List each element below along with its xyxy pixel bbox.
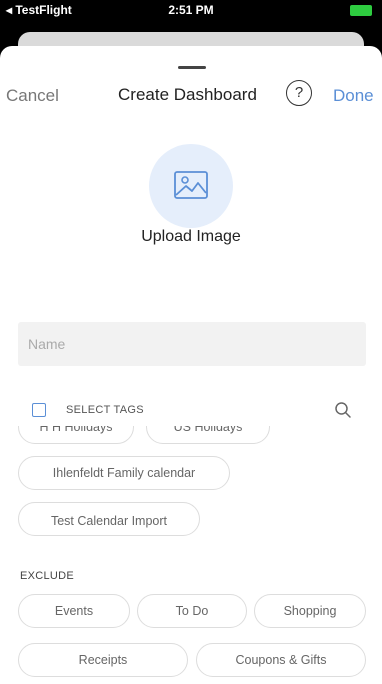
image-icon [174,171,208,199]
name-field[interactable] [18,322,366,366]
tag-chip[interactable]: US Holidays [146,426,270,444]
search-icon[interactable] [334,401,352,419]
sheet-grabber[interactable] [178,66,206,69]
exclude-chip-receipts[interactable]: Receipts [18,643,188,677]
exclude-chip-coupons-gifts[interactable]: Coupons & Gifts [196,643,366,677]
select-tags-checkbox[interactable] [32,403,46,417]
help-icon[interactable]: ? [286,80,312,106]
tag-chip[interactable]: H H Holidays [18,426,134,444]
exclude-chip-shopping[interactable]: Shopping [254,594,366,628]
exclude-chip-todo[interactable]: To Do [137,594,247,628]
upload-image-button[interactable] [149,144,233,228]
cancel-button[interactable]: Cancel [6,86,59,106]
tag-chip[interactable]: Test Calendar Import [18,502,200,536]
tag-chip[interactable]: Ihlenfeldt Family calendar [18,456,230,490]
exclude-chip-events[interactable]: Events [18,594,130,628]
status-time: 2:51 PM [168,3,214,17]
page-title: Create Dashboard [118,85,257,104]
status-bar: ◂ TestFlight 2:51 PM [0,0,382,22]
battery-icon [350,5,372,16]
select-tags-label: SELECT TAGS [66,404,144,416]
upload-image-label[interactable]: Upload Image [0,228,382,246]
create-dashboard-sheet: Cancel Create Dashboard ? Done Upload Im… [0,46,382,684]
tag-list[interactable]: H H Holidays US Holidays Ihlenfeldt Fami… [0,426,382,556]
done-button[interactable]: Done [333,86,374,106]
exclude-label: EXCLUDE [20,570,75,582]
